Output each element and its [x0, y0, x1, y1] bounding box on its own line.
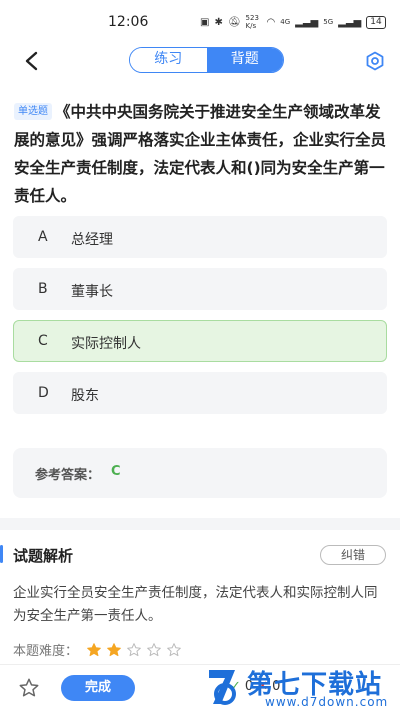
option-a[interactable]: A 总经理 — [13, 216, 387, 258]
tab-memorize[interactable]: 背题 — [206, 48, 283, 72]
reference-answer-value: C — [111, 464, 121, 479]
mute-icon: 🔕︎ — [227, 16, 241, 28]
star-empty-icon — [167, 642, 181, 656]
star-filled-icon — [87, 642, 101, 656]
question-type-badge: 单选题 — [14, 103, 52, 120]
nfc-icon: ▣ — [200, 16, 210, 28]
report-error-button[interactable]: 纠错 — [320, 545, 386, 565]
favorite-star-icon[interactable] — [18, 677, 40, 699]
network-speed: 523 K/s — [245, 14, 259, 30]
signal-icon-2: ▂▃▅ — [338, 16, 362, 28]
reference-answer-label: 参考答案： — [35, 468, 101, 483]
bluetooth-icon: ✱ — [214, 16, 223, 28]
star-filled-icon — [107, 642, 121, 656]
section-accent-bar — [0, 545, 3, 563]
status-icons: ▣ ✱ 🔕︎ 523 K/s ◠ 4G ▂▃▅ 5G ▂▃▅ 14 — [200, 14, 386, 30]
option-letter: D — [38, 385, 49, 401]
status-bar: 12:06 ▣ ✱ 🔕︎ 523 K/s ◠ 4G ▂▃▅ 5G ▂▃▅ 14 — [0, 0, 400, 42]
mode-segmented-control: 练习 背题 — [129, 47, 284, 73]
option-d[interactable]: D 股东 — [13, 372, 387, 414]
star-empty-icon — [147, 642, 161, 656]
signal-label-2: 5G — [323, 18, 334, 26]
wifi-icon: ◠ — [266, 16, 276, 28]
question-text-block: 单选题 《中共中央国务院关于推进安全生产领域改革发展的意见》强调严格落实企业主体责… — [14, 98, 390, 210]
difficulty-rating: 本题难度： — [13, 640, 186, 659]
option-text: 实际控制人 — [71, 336, 141, 352]
signal-icon: ▂▃▅ — [295, 16, 319, 28]
option-b[interactable]: B 董事长 — [13, 268, 387, 310]
section-divider — [0, 518, 400, 530]
option-letter: B — [38, 281, 48, 297]
option-text: 董事长 — [71, 284, 113, 300]
question-text: 《中共中央国务院关于推进安全生产领域改革发展的意见》强调严格落实企业主体责任，企… — [14, 103, 387, 205]
option-letter: C — [38, 333, 48, 349]
battery-icon: 14 — [366, 15, 386, 29]
option-text: 股东 — [71, 388, 99, 404]
status-time: 12:06 — [108, 14, 149, 30]
analysis-title: 试题解析 — [13, 547, 74, 565]
option-letter: A — [38, 229, 48, 245]
watermark-url: www.d7down.com — [265, 695, 389, 709]
difficulty-stars — [86, 642, 186, 658]
reference-answer-box: 参考答案： C — [13, 448, 387, 498]
done-button[interactable]: 完成 — [61, 675, 135, 701]
option-text: 总经理 — [71, 232, 113, 248]
star-empty-icon — [127, 642, 141, 656]
option-c[interactable]: C 实际控制人 — [13, 320, 387, 362]
settings-icon[interactable] — [365, 51, 385, 71]
difficulty-label: 本题难度： — [13, 644, 79, 659]
d7down-logo-icon — [209, 670, 236, 705]
back-arrow-icon[interactable] — [22, 50, 42, 72]
signal-label-1: 4G — [280, 18, 291, 26]
analysis-text: 企业实行全员安全生产责任制度，法定代表人和实际控制人同为安全生产第一责任人。 — [13, 585, 378, 624]
site-watermark: 第七下载站 www.d7down.com — [205, 662, 400, 711]
top-bar: 练习 背题 — [0, 42, 400, 80]
tab-practice[interactable]: 练习 — [130, 48, 207, 72]
